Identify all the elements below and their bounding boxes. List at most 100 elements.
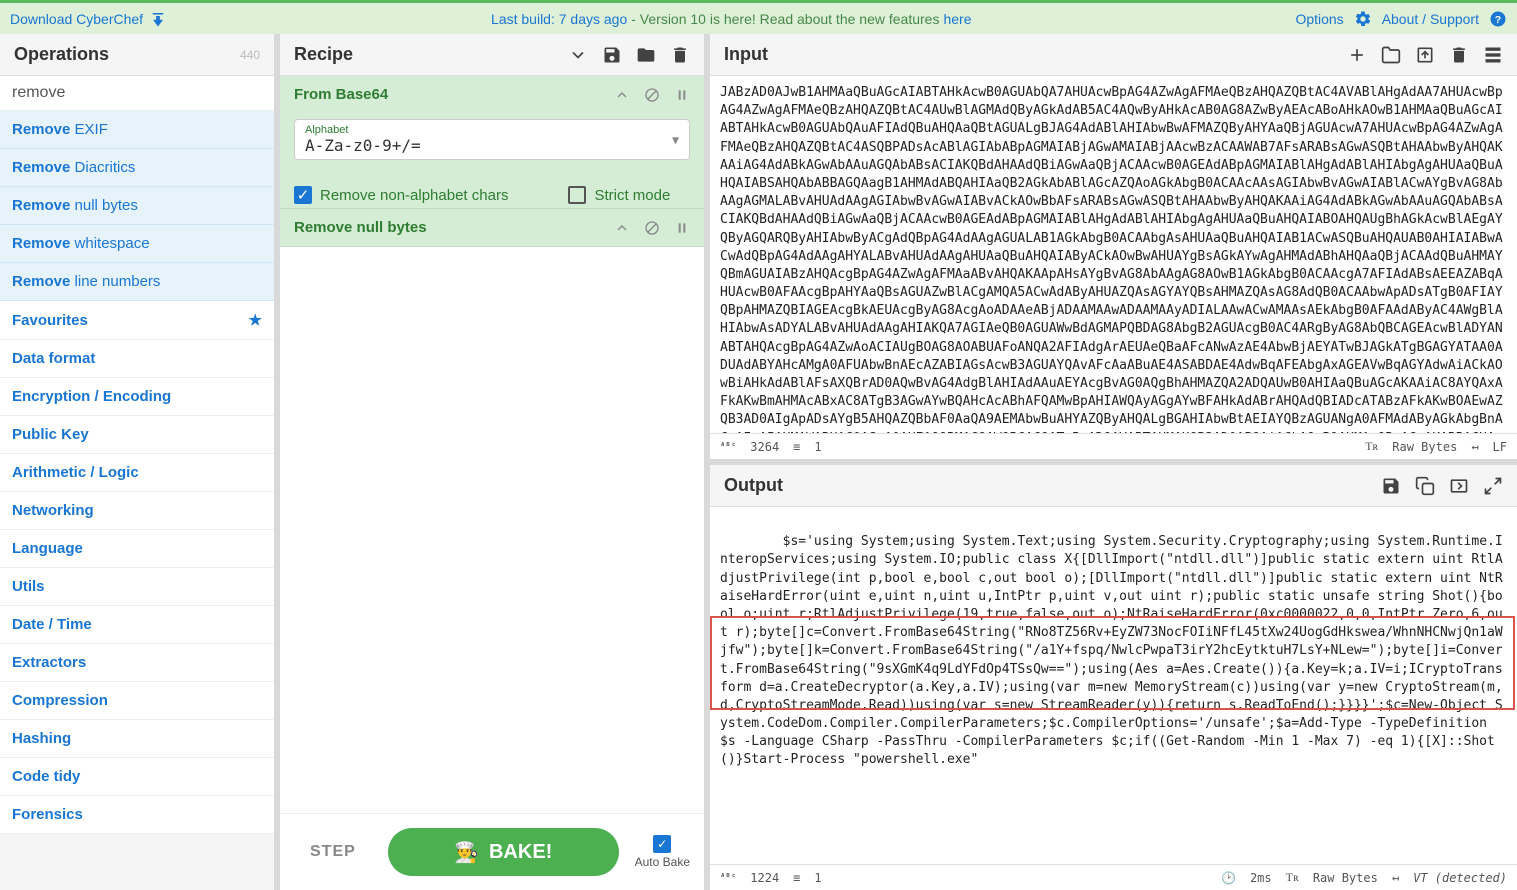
encoding-icon: Tʀ: [1365, 439, 1378, 454]
copy-output-icon[interactable]: [1415, 476, 1435, 496]
checkbox-icon: ✓: [294, 186, 312, 204]
input-text[interactable]: JABzAD0AJwB1AHMAaQBuAGcAIABTAHkAcwB0AGUA…: [710, 76, 1517, 433]
op-category[interactable]: Utils: [0, 568, 274, 606]
output-panel: Output $s='using System;using System.Tex…: [710, 465, 1517, 890]
input-header: Input: [710, 34, 1517, 76]
op-category[interactable]: Hashing: [0, 720, 274, 758]
lines-icon: ≡: [793, 871, 800, 885]
op-category[interactable]: Data format: [0, 340, 274, 378]
op-category[interactable]: Forensics: [0, 796, 274, 834]
eol-arrow-icon: ↤: [1471, 440, 1478, 454]
op-category[interactable]: Language: [0, 530, 274, 568]
op-category[interactable]: Networking: [0, 492, 274, 530]
output-time: 2ms: [1250, 871, 1272, 885]
alphabet-field[interactable]: AlphabetA-Za-z0-9+/=▾: [294, 119, 690, 160]
options-link[interactable]: Options: [1295, 11, 1343, 27]
op-result[interactable]: Remove whitespace: [0, 225, 274, 263]
output-title: Output: [724, 475, 783, 496]
recipe-op-name: Remove null bytes: [294, 219, 427, 236]
op-category[interactable]: Arithmetic / Logic: [0, 454, 274, 492]
checkbox-item[interactable]: Strict mode: [568, 186, 670, 204]
search-box: [0, 76, 274, 111]
bake-button[interactable]: 👨‍🍳 BAKE!: [388, 828, 619, 876]
clock-icon: 🕑: [1221, 871, 1236, 885]
input-length: 3264: [750, 440, 779, 454]
input-eol[interactable]: LF: [1493, 440, 1507, 454]
op-result[interactable]: Remove null bytes: [0, 187, 274, 225]
recipe-header: Recipe: [280, 34, 704, 76]
chevron-up-icon[interactable]: [614, 220, 630, 236]
move-to-input-icon[interactable]: [1449, 476, 1469, 496]
download-icon[interactable]: [149, 10, 167, 28]
chevron-down-icon[interactable]: [568, 45, 588, 65]
operations-panel: Operations 440 Remove EXIFRemove Diacrit…: [0, 34, 280, 890]
output-length: 1224: [750, 871, 779, 885]
help-icon[interactable]: ?: [1489, 10, 1507, 28]
features-link[interactable]: here: [943, 11, 971, 27]
operations-count: 440: [240, 48, 260, 62]
save-recipe-icon[interactable]: [602, 45, 622, 65]
about-link[interactable]: About / Support: [1382, 11, 1479, 27]
output-eol[interactable]: VT (detected): [1413, 871, 1507, 885]
op-category[interactable]: Encryption / Encoding: [0, 378, 274, 416]
disable-op-icon[interactable]: [644, 87, 660, 103]
build-date-link[interactable]: Last build: 7 days ago: [491, 11, 627, 27]
save-output-icon[interactable]: [1381, 476, 1401, 496]
operations-header: Operations 440: [0, 34, 274, 76]
star-icon: ★: [249, 311, 262, 329]
top-banner: Download CyberChef Last build: 7 days ag…: [0, 0, 1517, 34]
lines-icon: ≡: [793, 440, 800, 454]
arg-value: A-Za-z0-9+/=: [305, 136, 679, 155]
rec-icon: ᴬᴮᶜ: [720, 442, 736, 452]
recipe-body[interactable]: From Base64 AlphabetA-Za-z0-9+/=▾ ✓ Remove …: [280, 76, 704, 813]
checkbox-icon: [568, 186, 586, 204]
checkbox-item[interactable]: ✓ Remove non-alphabet chars: [294, 186, 508, 204]
pause-op-icon[interactable]: [674, 220, 690, 236]
clear-input-icon[interactable]: [1449, 45, 1469, 65]
chevron-down-icon[interactable]: ▾: [672, 131, 679, 148]
clear-recipe-icon[interactable]: [670, 45, 690, 65]
checkbox-label: Remove non-alphabet chars: [320, 187, 508, 204]
op-result[interactable]: Remove EXIF: [0, 111, 274, 149]
search-input[interactable]: [12, 84, 262, 102]
op-result[interactable]: Remove Diacritics: [0, 149, 274, 187]
open-file-icon[interactable]: [1415, 45, 1435, 65]
input-lines: 1: [814, 440, 821, 454]
operations-list: Remove EXIFRemove DiacriticsRemove null …: [0, 111, 274, 890]
op-category[interactable]: Public Key: [0, 416, 274, 454]
disable-op-icon[interactable]: [644, 220, 660, 236]
open-folder-icon[interactable]: [1381, 45, 1401, 65]
recipe-title: Recipe: [294, 44, 353, 65]
maximize-icon[interactable]: [1483, 476, 1503, 496]
reset-layout-icon[interactable]: [1483, 45, 1503, 65]
load-recipe-icon[interactable]: [636, 45, 656, 65]
step-button[interactable]: STEP: [294, 843, 372, 861]
output-status: ᴬᴮᶜ 1224 ≡ 1 🕑 2ms Tʀ Raw Bytes ↤ VT (de…: [710, 864, 1517, 890]
input-encoding[interactable]: Raw Bytes: [1392, 440, 1457, 454]
checkbox-label: Strict mode: [594, 187, 670, 204]
download-link[interactable]: Download CyberChef: [10, 11, 143, 27]
chef-icon: 👨‍🍳: [454, 840, 479, 865]
op-result[interactable]: Remove line numbers: [0, 263, 274, 301]
operations-title: Operations: [14, 44, 109, 65]
auto-bake-toggle[interactable]: ✓ Auto Bake: [635, 835, 690, 869]
io-panel: Input JABzAD0AJwB1AHMAaQBuAGcAIABTAHkAcw…: [710, 34, 1517, 890]
add-tab-icon[interactable]: [1347, 45, 1367, 65]
output-lines: 1: [814, 871, 821, 885]
op-category[interactable]: Date / Time: [0, 606, 274, 644]
chevron-up-icon[interactable]: [614, 87, 630, 103]
pause-op-icon[interactable]: [674, 87, 690, 103]
encoding-icon: Tʀ: [1286, 870, 1299, 885]
recipe-op-name: From Base64: [294, 86, 388, 103]
op-category[interactable]: Favourites★: [0, 301, 274, 340]
recipe-footer: STEP 👨‍🍳 BAKE! ✓ Auto Bake: [280, 813, 704, 890]
op-category[interactable]: Compression: [0, 682, 274, 720]
output-encoding[interactable]: Raw Bytes: [1313, 871, 1378, 885]
output-text[interactable]: $s='using System;using System.Text;using…: [710, 507, 1517, 864]
recipe-op[interactable]: From Base64 AlphabetA-Za-z0-9+/=▾ ✓ Remove …: [280, 76, 704, 209]
op-category[interactable]: Extractors: [0, 644, 274, 682]
gear-icon[interactable]: [1354, 10, 1372, 28]
arg-label: Alphabet: [305, 124, 679, 136]
recipe-op[interactable]: Remove null bytes: [280, 209, 704, 247]
op-category[interactable]: Code tidy: [0, 758, 274, 796]
